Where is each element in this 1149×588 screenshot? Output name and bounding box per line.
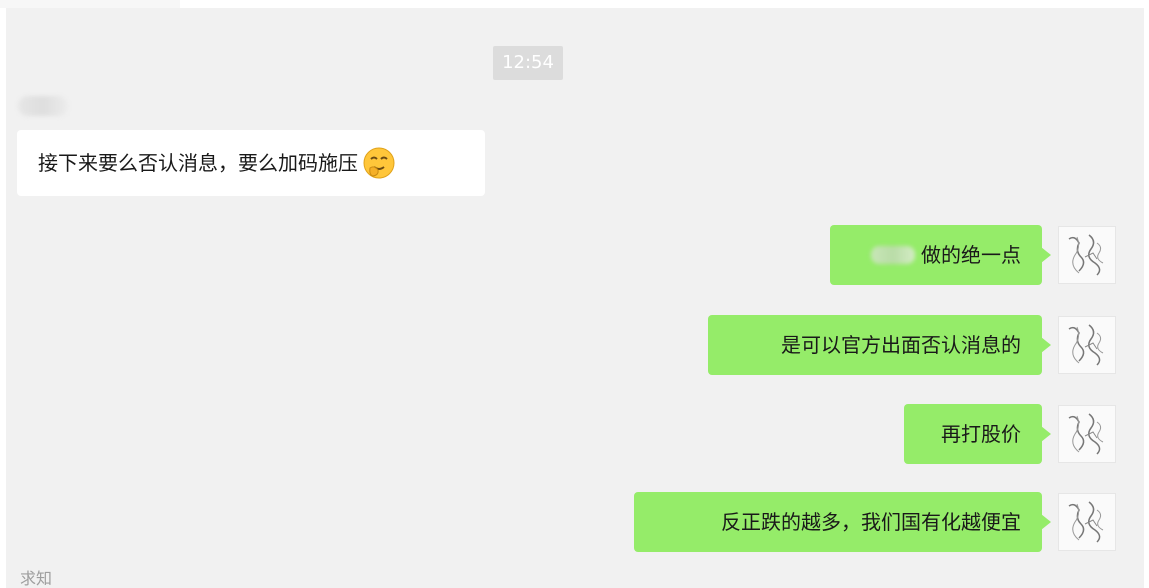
redacted-text <box>871 246 915 264</box>
outgoing-message-text: 再打股价 <box>941 422 1021 446</box>
user-avatar[interactable] <box>1058 405 1116 463</box>
outgoing-message-text: 是可以官方出面否认消息的 <box>781 333 1021 357</box>
avatar-sketch-icon <box>1068 501 1104 543</box>
outgoing-message-bubble[interactable]: 是可以官方出面否认消息的 <box>708 315 1051 375</box>
user-avatar[interactable] <box>1058 316 1116 374</box>
avatar-sketch-icon <box>1068 234 1104 276</box>
incoming-message-text: 接下来要么否认消息，要么加码施压 <box>38 151 358 175</box>
outgoing-message-bubble[interactable]: 做的绝一点 <box>830 225 1051 285</box>
sender-name-redacted <box>18 96 68 116</box>
avatar-sketch-icon <box>1068 324 1104 366</box>
outgoing-message-bubble[interactable]: 再打股价 <box>904 404 1051 464</box>
user-avatar[interactable] <box>1058 493 1116 551</box>
bottom-cutoff-label: 求知 <box>20 569 53 588</box>
message-timestamp: 12:54 <box>493 46 563 80</box>
incoming-message-bubble[interactable]: 接下来要么否认消息，要么加码施压 <box>17 130 485 196</box>
top-strip <box>0 0 180 8</box>
grinning-face-with-hand-emoji-icon <box>362 146 396 180</box>
outgoing-message-text: 做的绝一点 <box>921 243 1021 267</box>
avatar-sketch-icon <box>1068 413 1104 455</box>
outgoing-message-bubble[interactable]: 反正跌的越多，我们国有化越便宜 <box>634 492 1051 552</box>
user-avatar[interactable] <box>1058 226 1116 284</box>
outgoing-message-text: 反正跌的越多，我们国有化越便宜 <box>721 510 1021 534</box>
